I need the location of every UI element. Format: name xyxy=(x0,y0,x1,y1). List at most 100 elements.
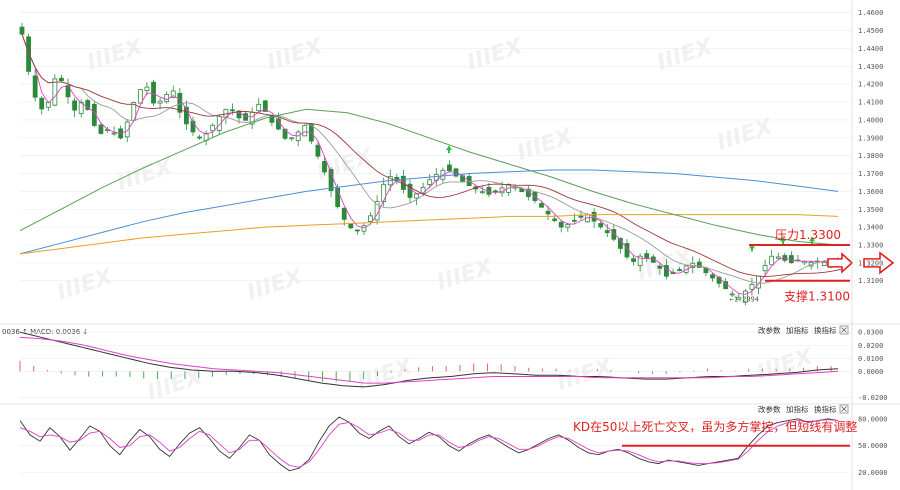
watermark-text: IIIEX xyxy=(754,344,816,386)
candle-up xyxy=(144,86,150,91)
candle-down xyxy=(519,188,525,193)
watermark-text: IIIEX xyxy=(84,34,146,76)
candle-up xyxy=(821,262,827,266)
ma-gray-line xyxy=(21,34,845,284)
candle-down xyxy=(539,203,544,208)
candle-down xyxy=(348,223,354,229)
indicator-button[interactable]: 加指标 xyxy=(786,404,809,414)
candle-up xyxy=(769,255,775,266)
candle-down xyxy=(32,75,38,98)
candle-down xyxy=(341,207,347,220)
candle-down xyxy=(26,36,31,72)
price-tick-label: 1.3400 xyxy=(858,224,883,232)
candle-down xyxy=(39,97,45,110)
up-arrow-icon xyxy=(446,145,452,154)
candle-up xyxy=(762,265,768,272)
candle-down xyxy=(710,274,715,279)
indicator-button[interactable]: 加指标 xyxy=(786,325,809,335)
watermark-text: IIIEX xyxy=(464,34,526,76)
candle-down xyxy=(677,269,682,271)
macd-tick-label: 0.0100 xyxy=(858,355,883,363)
indicator-button[interactable]: 改参数 xyxy=(758,404,781,414)
candle-down xyxy=(335,187,341,208)
watermark-text: IIIEX xyxy=(114,154,176,196)
candle-down xyxy=(545,210,551,215)
support-label: 支撑1.3100 xyxy=(784,289,850,304)
candle-up xyxy=(164,94,170,103)
price-tick-label: 1.4300 xyxy=(858,63,883,71)
candle-down xyxy=(571,219,577,222)
candle-down xyxy=(322,161,327,173)
candle-up xyxy=(368,215,373,222)
candle-down xyxy=(98,124,104,134)
price-tick-label: 1.3900 xyxy=(858,134,883,142)
indicator-button[interactable]: 换指标 xyxy=(814,404,837,414)
price-tick-label: 1.3800 xyxy=(858,152,883,160)
candle-down xyxy=(578,215,584,218)
kd-tick-label: 50.0000 xyxy=(858,442,888,450)
candle-down xyxy=(644,253,650,259)
candle-up xyxy=(414,193,419,199)
price-tick-label: 1.3600 xyxy=(858,188,883,196)
candle-down xyxy=(631,258,636,262)
candle-down xyxy=(19,26,25,35)
resistance-label: 压力1.3300 xyxy=(775,228,841,242)
macd-tick-label: 0.0000 xyxy=(858,368,883,376)
watermark-text: IIIEX xyxy=(244,264,306,306)
trading-chart: IIIEX IIIEX IIIEX IIIEX IIIEX IIIEX IIIEX IIIEX… xyxy=(0,0,900,490)
low-price-label: ←1.2994 xyxy=(729,296,759,304)
macd-tick-label: -0.0200 xyxy=(858,394,888,402)
candle-down xyxy=(243,113,248,121)
candle-down xyxy=(493,190,498,193)
candle-down xyxy=(604,230,610,234)
candle-down xyxy=(151,81,156,104)
price-tick-label: 1.4600 xyxy=(858,9,883,17)
indicator-button[interactable]: 改参数 xyxy=(758,325,781,335)
candle-up xyxy=(256,103,262,112)
candle-down xyxy=(197,136,202,139)
macd-tick-label: 0.0300 xyxy=(858,329,883,337)
price-annotations: 压力1.3300 支撑1.3100 ←1.2994 xyxy=(446,145,895,304)
price-tick-label: 1.3100 xyxy=(858,277,883,285)
indicator-button[interactable]: 换指标 xyxy=(814,325,837,335)
candle-down xyxy=(657,265,663,269)
candle-up xyxy=(427,179,433,185)
candle-down xyxy=(394,177,400,180)
candle-up xyxy=(565,224,571,228)
watermark-text: IIIEX xyxy=(654,34,716,76)
watermark-text: IIIEX xyxy=(54,264,116,306)
candle-up xyxy=(361,225,367,232)
price-tick-label: 1.3500 xyxy=(858,206,883,214)
candle-up xyxy=(111,132,117,135)
macd-tick-label: 0.0200 xyxy=(858,342,883,350)
watermark-text: IIIEX xyxy=(434,254,496,296)
candle-down xyxy=(558,221,564,228)
candle-up xyxy=(381,183,387,203)
candle-down xyxy=(315,144,321,157)
candle-up xyxy=(52,78,58,106)
candle-up xyxy=(137,89,143,104)
price-tick-label: 1.4000 xyxy=(858,116,883,124)
candle-up xyxy=(479,191,485,194)
candle-down xyxy=(72,100,78,111)
kd-annotation: KD在50以上死亡交叉，虽为多方掌控，但短线有调整 xyxy=(573,419,857,434)
candle-up xyxy=(749,284,755,290)
candle-down xyxy=(598,223,604,228)
price-tick-label: 1.4100 xyxy=(858,99,883,107)
price-tick-label: 1.3700 xyxy=(858,170,883,178)
candle-down xyxy=(59,77,64,82)
watermark-text: IIIEX xyxy=(554,354,616,396)
candle-down xyxy=(447,164,452,172)
price-tick-label: 1.3300 xyxy=(858,241,883,249)
watermark-text: IIIEX xyxy=(514,124,576,166)
price-tick-label: 1.3200 xyxy=(858,259,883,267)
kd-tick-label: 20.0000 xyxy=(858,469,888,477)
macd-dif-line xyxy=(19,331,839,388)
price-tick-label: 1.4200 xyxy=(858,81,883,89)
candle-up xyxy=(302,124,308,137)
ma-series-line xyxy=(19,214,839,255)
kd-pane: 80.0000 50.0000 20.0000 KD在50以上死亡交叉，虽为多方掌控，… xyxy=(0,403,900,477)
watermark-text: IIIEX xyxy=(264,34,326,76)
watermark-text: IIIEX xyxy=(714,114,776,156)
candle-up xyxy=(775,256,781,259)
